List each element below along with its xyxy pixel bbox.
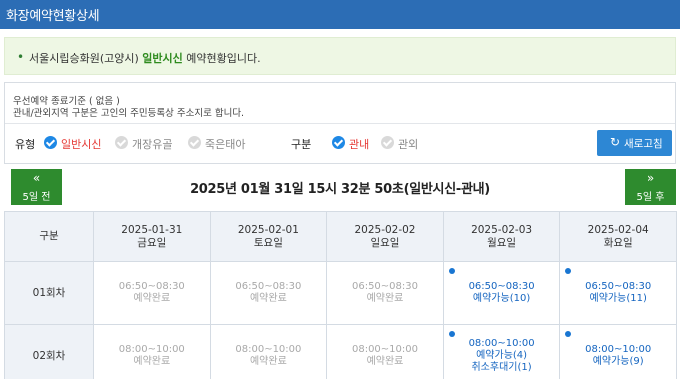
slot-time: 06:50~08:30 bbox=[235, 281, 302, 292]
slot-cell-booked: 08:00~10:00 예약완료 bbox=[93, 324, 211, 379]
available-dot-icon bbox=[448, 331, 455, 337]
page-title: 화장예약현황상세 bbox=[6, 9, 100, 24]
day-weekday: 화요일 bbox=[603, 236, 633, 249]
day-date: 2025-02-01 bbox=[237, 223, 299, 236]
slot-cell-booked: 08:00~10:00 예약완료 bbox=[326, 324, 444, 379]
notice-bullet: • bbox=[17, 50, 25, 64]
day-weekday: 금요일 bbox=[137, 236, 167, 249]
day-header: 2025-01-31 금요일 bbox=[93, 211, 211, 262]
slot-cell-booked: 06:50~08:30 예약완료 bbox=[209, 261, 328, 325]
area-local-label[interactable]: 관내 bbox=[349, 136, 369, 152]
slot-status: 예약완료 bbox=[366, 293, 404, 304]
slot-time: 06:50~08:30 bbox=[468, 281, 535, 292]
available-dot-icon bbox=[448, 268, 455, 274]
slot-cell-available[interactable]: 08:00~10:00 예약가능(4) 취소후대기(1) bbox=[442, 324, 561, 379]
area-outside-checkbox[interactable] bbox=[381, 136, 394, 149]
notice-facility: 서울시립승화원(고양시) bbox=[29, 52, 139, 65]
slot-cell-booked: 08:00~10:00 예약완료 bbox=[209, 324, 328, 379]
notice-box: • 서울시립승화원(고양시) 일반시신 예약현황입니다. bbox=[4, 37, 676, 75]
day-header: 2025-02-01 토요일 bbox=[209, 211, 328, 262]
slot-time: 08:00~10:00 bbox=[585, 344, 652, 355]
slot-status: 예약완료 bbox=[133, 293, 171, 304]
slot-waitlist: 취소후대기(1) bbox=[471, 362, 532, 373]
schedule-table: 구분 2025-01-31 금요일 2025-02-01 토요일 2025-02-0… bbox=[4, 211, 677, 379]
slot-status: 예약완료 bbox=[133, 356, 171, 367]
slot-cell-booked: 06:50~08:30 예약완료 bbox=[326, 261, 444, 325]
day-date: 2025-02-04 bbox=[587, 223, 649, 236]
type-label: 유형 bbox=[15, 138, 36, 151]
area-outside-label[interactable]: 관외 bbox=[398, 136, 418, 152]
current-datetime: 2025년 01월 31일 15시 32분 50초(일반시신-관내) bbox=[190, 182, 490, 197]
type-general-label[interactable]: 일반시신 bbox=[61, 136, 101, 152]
slot-status: 예약가능(10) bbox=[472, 293, 531, 304]
day-date: 2025-02-03 bbox=[471, 223, 533, 236]
type-fetus-label[interactable]: 죽은태아 bbox=[205, 136, 245, 152]
slot-status: 예약완료 bbox=[249, 293, 287, 304]
day-weekday: 토요일 bbox=[253, 236, 283, 249]
type-remains-checkbox[interactable] bbox=[115, 136, 128, 149]
slot-status: 예약가능(11) bbox=[589, 293, 647, 304]
area-label: 구분 bbox=[291, 138, 312, 151]
slot-time: 06:50~08:30 bbox=[118, 281, 185, 292]
day-weekday: 일요일 bbox=[370, 236, 400, 249]
area-local-checkbox[interactable] bbox=[332, 136, 345, 149]
slot-time: 08:00~10:00 bbox=[235, 344, 302, 355]
round-label: 02회차 bbox=[4, 324, 94, 379]
day-date: 2025-02-02 bbox=[354, 223, 416, 236]
available-dot-icon bbox=[565, 268, 572, 274]
criteria-panel: 우선예약 종료기준 ( 없음 ) 관내/관외지역 구분은 고인의 주민등록상 주… bbox=[4, 82, 676, 164]
notice-type: 일반시신 bbox=[142, 52, 183, 65]
table-row: 01회차 06:50~08:30 예약완료 06:50~08:30 예약완료 06:… bbox=[4, 261, 677, 325]
refresh-icon: ↻ bbox=[610, 135, 621, 149]
type-remains-label[interactable]: 개장유골 bbox=[132, 136, 172, 152]
day-date: 2025-01-31 bbox=[121, 223, 183, 236]
day-header: 2025-02-03 월요일 bbox=[442, 211, 561, 262]
double-chevron-right-icon: » bbox=[646, 171, 655, 185]
slot-time: 06:50~08:30 bbox=[585, 281, 652, 292]
slot-status: 예약가능(9) bbox=[592, 356, 644, 367]
day-header: 2025-02-02 일요일 bbox=[326, 211, 444, 262]
next-5-days-button[interactable]: » 5일 후 bbox=[625, 169, 676, 205]
table-header-row: 구분 2025-01-31 금요일 2025-02-01 토요일 2025-02-0… bbox=[4, 211, 677, 262]
notice-suffix: 예약현황입니다. bbox=[186, 52, 261, 65]
slot-cell-booked: 06:50~08:30 예약완료 bbox=[93, 261, 211, 325]
type-fetus-checkbox[interactable] bbox=[188, 136, 201, 149]
slot-time: 08:00~10:00 bbox=[351, 344, 418, 355]
day-header: 2025-02-04 화요일 bbox=[559, 211, 677, 262]
slot-time: 06:50~08:30 bbox=[351, 281, 418, 292]
slot-status: 예약가능(4) bbox=[476, 350, 528, 361]
next-5-days-label: 5일 후 bbox=[636, 192, 665, 203]
round-label: 01회차 bbox=[4, 261, 94, 325]
slot-cell-available[interactable]: 06:50~08:30 예약가능(11) bbox=[559, 261, 677, 325]
slot-status: 예약완료 bbox=[366, 356, 404, 367]
slot-status: 예약완료 bbox=[249, 356, 287, 367]
refresh-label: 새로고침 bbox=[624, 138, 663, 150]
table-row: 02회차 08:00~10:00 예약완료 08:00~10:00 예약완료 08:… bbox=[4, 324, 677, 379]
slot-time: 08:00~10:00 bbox=[468, 338, 535, 349]
slot-cell-available[interactable]: 08:00~10:00 예약가능(9) bbox=[559, 324, 677, 379]
type-general-checkbox[interactable] bbox=[44, 136, 57, 149]
page-header: 화장예약현황상세 bbox=[0, 0, 680, 29]
notice-text: 서울시립승화원(고양시) 일반시신 예약현황입니다. bbox=[29, 50, 261, 66]
refresh-button[interactable]: ↻ 새로고침 bbox=[597, 130, 672, 156]
filter-row: 유형 일반시신 개장유골 죽은태아 구분 관내 관외 ↻ 새로고침 bbox=[5, 123, 675, 165]
day-weekday: 월요일 bbox=[487, 236, 517, 249]
available-dot-icon bbox=[565, 331, 572, 337]
corner-header: 구분 bbox=[4, 211, 94, 262]
slot-cell-available[interactable]: 06:50~08:30 예약가능(10) bbox=[442, 261, 561, 325]
area-note: 관내/관외지역 구분은 고인의 주민등록상 주소지로 합니다. bbox=[13, 108, 245, 119]
slot-time: 08:00~10:00 bbox=[118, 344, 185, 355]
